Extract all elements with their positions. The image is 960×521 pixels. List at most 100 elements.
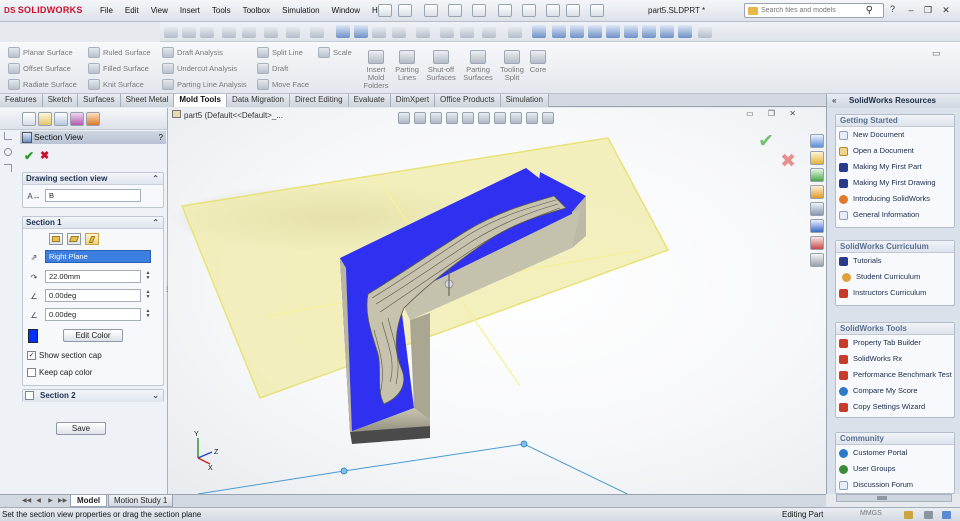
circle-tool-icon[interactable] [4, 148, 12, 156]
zoom-to-fit-icon[interactable] [164, 25, 178, 38]
draft-button[interactable]: Draft [257, 61, 288, 75]
custom-plane-button[interactable] [85, 233, 99, 245]
section-2-checkbox[interactable] [25, 391, 34, 400]
previous-view-icon[interactable] [242, 25, 256, 38]
menu-window[interactable]: Window [326, 6, 366, 15]
core-button[interactable]: Core [521, 50, 555, 74]
menu-insert[interactable]: Insert [174, 6, 206, 15]
tab-features[interactable]: Features [0, 94, 43, 107]
bottom-view-icon[interactable] [624, 25, 638, 38]
pan-view-icon[interactable] [354, 25, 368, 38]
dimetric-view-icon[interactable] [678, 25, 692, 38]
tab-surfaces[interactable]: Surfaces [78, 94, 121, 107]
first-tab-arrow-icon[interactable]: ◀◀ [22, 496, 31, 506]
reference-plane-field[interactable]: Right Plane [45, 250, 151, 263]
display-style-icon[interactable] [478, 112, 490, 124]
performance-benchmark-link[interactable]: Performance Benchmark Test [836, 367, 954, 383]
view-settings-icon[interactable] [542, 112, 554, 124]
select-icon[interactable] [522, 4, 536, 17]
y-rotation-field[interactable]: 0.00deg [45, 308, 141, 321]
offset-distance-field[interactable]: 22.00mm [45, 270, 141, 283]
tab-mold-tools[interactable]: Mold Tools [174, 94, 227, 107]
filled-surface-button[interactable]: Filled Surface [88, 61, 149, 75]
tab-data-migration[interactable]: Data Migration [226, 94, 290, 107]
confirm-corner-cancel-icon[interactable]: ✖ [780, 150, 796, 173]
collapse-pane-icon[interactable]: « [832, 94, 836, 108]
planar-surface-button[interactable]: Planar Surface [8, 45, 73, 59]
parting-line-analysis-button[interactable]: Parting Line Analysis [162, 77, 247, 91]
scrollbar-thumb[interactable] [877, 496, 887, 500]
previous-view-icon[interactable] [430, 112, 442, 124]
hide-show-icon[interactable] [460, 25, 474, 38]
solidworks-rx-link[interactable]: SolidWorks Rx [836, 351, 954, 367]
normal-to-icon[interactable] [698, 25, 712, 38]
last-tab-arrow-icon[interactable]: ▶▶ [58, 496, 67, 506]
tab-motion-study[interactable]: Motion Study 1 [108, 495, 174, 507]
hide-show-items-icon[interactable] [494, 112, 506, 124]
collapse-chevron-icon[interactable]: ⌃ [152, 173, 159, 185]
undercut-analysis-button[interactable]: Undercut Analysis [162, 61, 237, 75]
collapse-toolbar-icon[interactable]: ▭ [932, 48, 944, 58]
view-orientation-icon[interactable] [462, 112, 474, 124]
menu-tools[interactable]: Tools [206, 6, 237, 15]
back-view-icon[interactable] [552, 25, 566, 38]
feature-manager-tab-icon[interactable] [22, 112, 36, 126]
collapse-chevron-icon[interactable]: ⌃ [152, 217, 159, 229]
front-view-icon[interactable] [532, 25, 546, 38]
tab-model[interactable]: Model [70, 495, 108, 507]
task-pane-scrollbar[interactable] [836, 494, 952, 502]
ok-check-icon[interactable]: ✔ [24, 149, 34, 163]
help-question-icon[interactable]: ? [159, 131, 163, 144]
undo-icon[interactable] [498, 4, 512, 17]
menu-file[interactable]: File [98, 6, 119, 15]
new-document-icon[interactable] [398, 4, 412, 17]
zoom-to-area-icon[interactable] [182, 25, 196, 38]
tutorials-link[interactable]: Tutorials [836, 253, 954, 269]
offset-spinner[interactable]: ▲ ▼ [145, 271, 151, 281]
view-orientation-icon[interactable] [482, 25, 496, 38]
insert-mold-folders-button[interactable]: Insert Mold Folders [359, 50, 393, 90]
making-first-part-link[interactable]: Making My First Part [836, 159, 954, 175]
sketch-point[interactable] [520, 440, 528, 448]
zoom-in-out-icon[interactable] [200, 25, 214, 38]
measure-icon[interactable] [508, 25, 522, 38]
shut-off-surfaces-button[interactable]: Shut-off Surfaces [424, 50, 458, 82]
tab-sketch[interactable]: Sketch [42, 94, 79, 107]
tab-sheet-metal[interactable]: Sheet Metal [120, 94, 175, 107]
section-view-toggle-icon[interactable] [440, 25, 454, 38]
section-1-header[interactable]: Section 1 ⌃ [23, 217, 163, 229]
cancel-x-icon[interactable]: ✖ [40, 149, 49, 162]
sketch-icon[interactable] [310, 25, 324, 38]
solidworks-logo[interactable]: DS SOLIDWORKS [4, 5, 83, 15]
open-document-icon[interactable] [424, 4, 438, 17]
help-status-icon[interactable] [942, 511, 951, 519]
prev-tab-arrow-icon[interactable]: ◀ [34, 496, 43, 506]
section-view-icon[interactable] [446, 112, 458, 124]
right-view-icon[interactable] [588, 25, 602, 38]
display-manager-tab-icon[interactable] [86, 112, 100, 126]
split-line-button[interactable]: Split Line [257, 45, 303, 59]
tab-office-products[interactable]: Office Products [435, 94, 501, 107]
property-tab-builder-link[interactable]: Property Tab Builder [836, 335, 954, 351]
plane-type-button[interactable] [49, 233, 63, 245]
menu-edit[interactable]: Edit [119, 6, 145, 15]
quick-tips-icon[interactable] [924, 511, 933, 519]
zoom-to-selection-icon[interactable] [222, 25, 236, 38]
offset-surface-button[interactable]: Offset Surface [8, 61, 71, 75]
pan-icon[interactable] [286, 25, 300, 38]
top-view-icon[interactable] [606, 25, 620, 38]
graphics-area[interactable]: Y Z X part5 (Default<<Default>_... ▭ ❐ ✕… [168, 108, 826, 494]
confirm-corner-ok-icon[interactable]: ✔ [758, 130, 774, 153]
viewport-window-controls[interactable]: ▭ ❐ ✕ [746, 109, 802, 118]
search-input[interactable] [761, 5, 861, 16]
x-rotation-spinner[interactable]: ▲ ▼ [145, 290, 151, 300]
solidworks-resources-tab-icon[interactable] [810, 134, 824, 148]
drawing-section-view-header[interactable]: Drawing section view ⌃ [23, 173, 163, 185]
knit-surface-button[interactable]: Knit Surface [88, 77, 144, 91]
search-icon[interactable]: ⚲ [866, 5, 873, 16]
pin-icon[interactable] [378, 4, 392, 17]
student-curriculum-link[interactable]: Student Curriculum [836, 269, 954, 285]
isometric-view-icon[interactable] [642, 25, 656, 38]
sketch-line[interactable] [197, 443, 648, 494]
curriculum-header[interactable]: SolidWorks Curriculum [836, 241, 954, 253]
